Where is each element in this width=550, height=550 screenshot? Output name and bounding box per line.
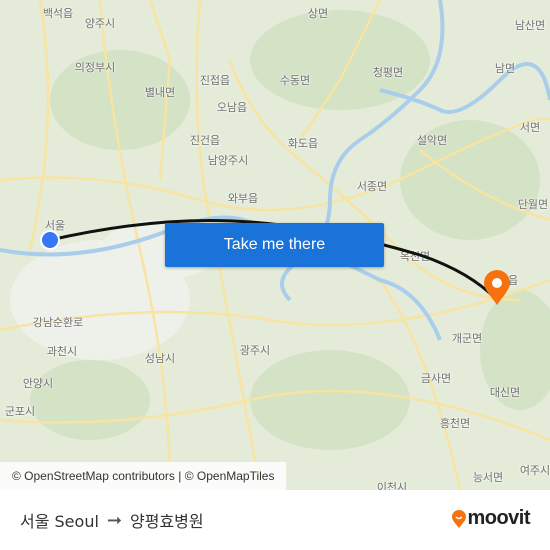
route-title: 서울 Seoul ➞ 양평효병원 <box>20 508 204 532</box>
brand-name: moovit <box>467 507 530 529</box>
map-attribution[interactable]: © OpenStreetMap contributors | © OpenMap… <box>0 462 287 490</box>
destination-pin-icon <box>484 270 510 305</box>
moovit-logo[interactable]: moovit <box>451 507 530 530</box>
take-me-there-button[interactable]: Take me there <box>165 223 384 267</box>
arrow-right-icon: ➞ <box>106 509 122 531</box>
destination-name: 양평효병원 <box>130 512 204 531</box>
footer: 서울 Seoul ➞ 양평효병원 moovit <box>0 490 550 550</box>
moovit-pin-icon <box>452 509 467 528</box>
origin-marker <box>40 230 60 250</box>
map[interactable]: 백석읍 양주시 상면 남산면 의정부시 진접읍 청평면 남면 별내면 수동면 오남읍 서면 진건읍 화도읍… <box>0 0 550 490</box>
origin-name: 서울 Seoul <box>20 512 99 531</box>
